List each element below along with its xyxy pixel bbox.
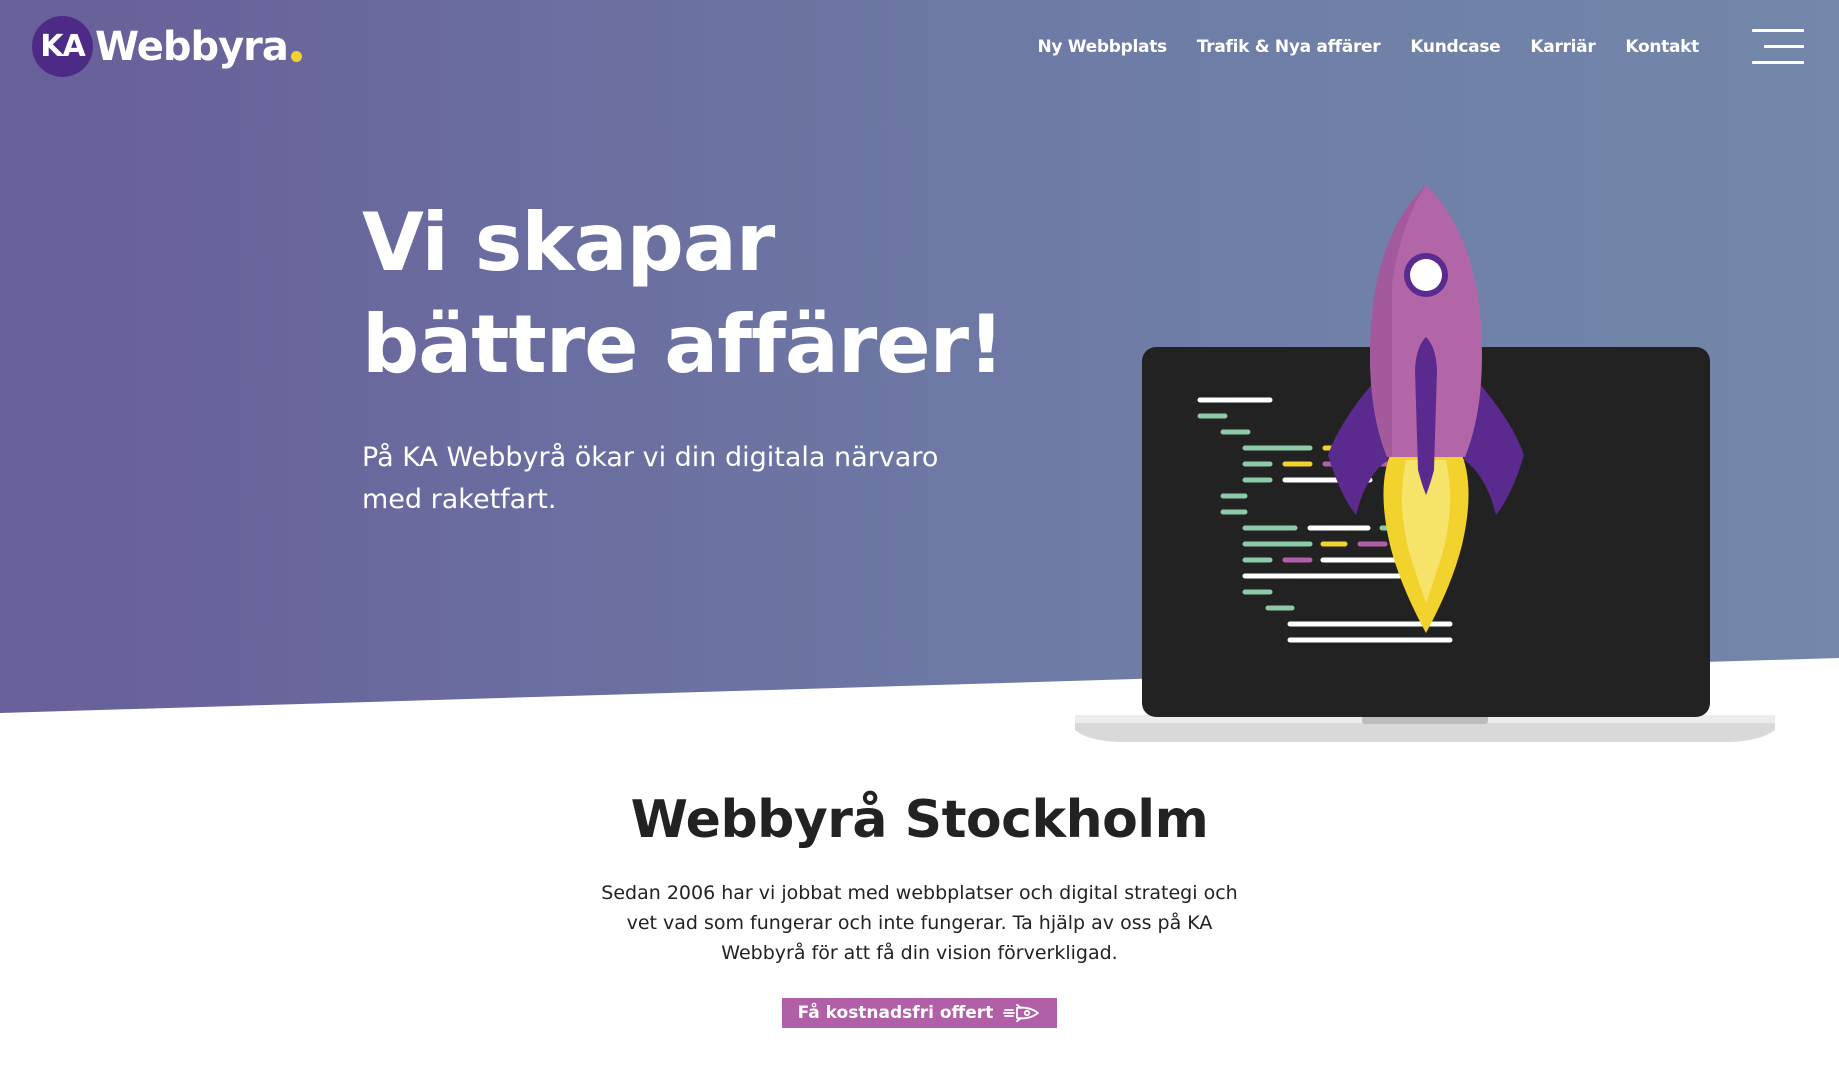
hero-subtitle: På KA Webbyrå ökar vi din digitala närva… — [362, 442, 939, 515]
logo-wordmark: Webbyra — [95, 23, 289, 70]
intro-section: Webbyrå Stockholm Sedan 2006 har vi jobb… — [0, 790, 1839, 1028]
logo-dot — [290, 51, 302, 62]
hamburger-icon[interactable] — [1752, 29, 1804, 65]
nav-item-ny-webbplats[interactable]: Ny Webbplats — [1037, 37, 1167, 57]
nav-item-kundcase[interactable]: Kundcase — [1410, 37, 1500, 57]
hero-title-line2: bättre affärer! — [362, 298, 1005, 391]
hero-title: Vi skapar bättre affärer! — [362, 192, 1005, 396]
free-quote-button[interactable]: Få kostnadsfri offert — [781, 998, 1058, 1028]
section-heading: Webbyrå Stockholm — [630, 790, 1209, 850]
logo-mark: KA — [32, 16, 93, 77]
hero-content: Vi skapar bättre affärer! På KA Webbyrå … — [362, 192, 1005, 521]
nav-item-trafik[interactable]: Trafik & Nya affärer — [1197, 37, 1381, 57]
hero-title-line1: Vi skapar — [362, 196, 775, 289]
rocket-icon — [1003, 1004, 1040, 1022]
free-quote-button-label: Få kostnadsfri offert — [797, 1003, 994, 1023]
site-header: KA Webbyra Ny Webbplats Trafik & Nya aff… — [0, 0, 1839, 95]
nav-item-karriar[interactable]: Karriär — [1530, 37, 1595, 57]
rocket-laptop-illustration — [1075, 185, 1775, 742]
logo[interactable]: KA Webbyra — [32, 16, 302, 77]
section-body: Sedan 2006 har vi jobbat med webbplatser… — [601, 882, 1238, 964]
nav-item-kontakt[interactable]: Kontakt — [1625, 37, 1699, 57]
main-nav: Ny Webbplats Trafik & Nya affärer Kundca… — [1037, 37, 1699, 57]
